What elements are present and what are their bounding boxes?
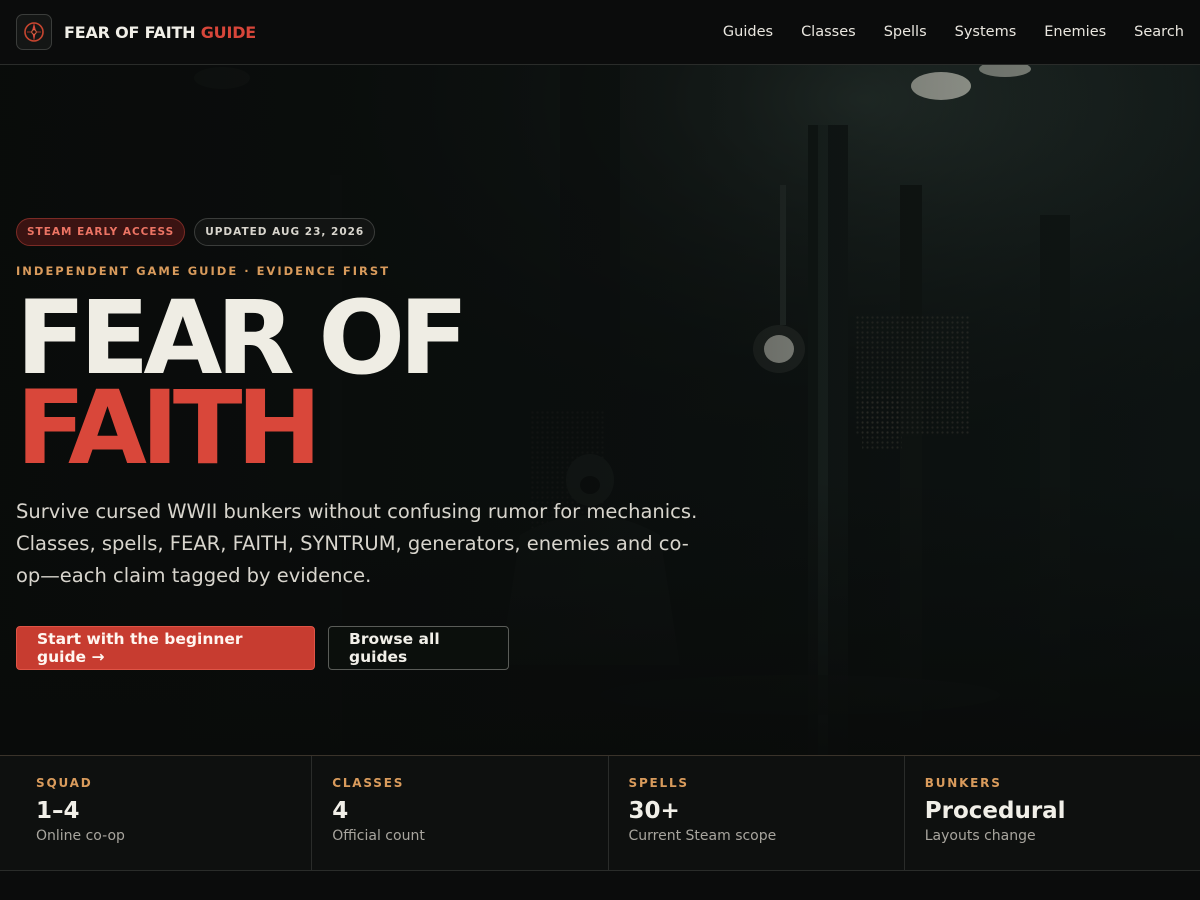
stat-spells: SPELLS 30+ Current Steam scope [609, 756, 905, 870]
stat-squad: SQUAD 1–4 Online co-op [0, 756, 313, 870]
updated-date-badge: UPDATED AUG 23, 2026 [194, 218, 376, 246]
hero-title: FEAR OF FAITH [16, 288, 716, 480]
hero-badges: STEAM EARLY ACCESS UPDATED AUG 23, 2026 [16, 218, 716, 246]
hero-kicker: INDEPENDENT GAME GUIDE · EVIDENCE FIRST [16, 264, 391, 278]
hero-lead: Survive cursed WWII bunkers without conf… [16, 500, 698, 587]
hero-section: STEAM EARLY ACCESS UPDATED AUG 23, 2026 … [0, 65, 1200, 755]
brand-title-accent: GUIDE [200, 22, 257, 42]
stat-label: BUNKERS [924, 776, 1002, 790]
nav-guides-link[interactable]: Guides [723, 24, 773, 40]
stats-strip: SQUAD 1–4 Online co-op CLASSES 4 Officia… [0, 755, 1200, 871]
stat-value: 4 [332, 798, 349, 824]
page-bottom-area [0, 871, 1200, 900]
candle-emblem-icon [16, 14, 52, 50]
beginner-guide-button[interactable]: Start with the beginner guide → [16, 626, 315, 670]
brand-title-main: FEAR OF FAITH [64, 22, 196, 42]
stat-label: SQUAD [36, 776, 93, 790]
browse-guides-button[interactable]: Browse all guides [328, 626, 509, 670]
nav-systems-link[interactable]: Systems [955, 24, 1017, 40]
stat-value: Procedural [924, 798, 1066, 824]
stat-value: 1–4 [36, 798, 80, 824]
nav-enemies-link[interactable]: Enemies [1044, 24, 1106, 40]
stat-note: Online co-op [36, 828, 125, 844]
brand-title: FEAR OF FAITH GUIDE [64, 23, 256, 42]
stat-label: SPELLS [628, 776, 689, 790]
main-nav: Guides Classes Spells Systems Enemies Se… [723, 24, 1184, 40]
brand-home-link[interactable]: FEAR OF FAITH GUIDE [16, 14, 256, 50]
stat-note: Layouts change [924, 828, 1036, 844]
nav-spells-link[interactable]: Spells [884, 24, 927, 40]
stat-note: Current Steam scope [628, 828, 777, 844]
hero-content: STEAM EARLY ACCESS UPDATED AUG 23, 2026 … [16, 218, 716, 670]
stat-value: 30+ [628, 798, 680, 824]
site-header: FEAR OF FAITH GUIDE Guides Classes Spell… [0, 0, 1200, 65]
stat-bunkers: BUNKERS Procedural Layouts change [905, 756, 1200, 870]
hero-cta-row: Start with the beginner guide → Browse a… [16, 626, 716, 670]
stat-note: Official count [332, 828, 425, 844]
stat-label: CLASSES [332, 776, 405, 790]
early-access-badge: STEAM EARLY ACCESS [16, 218, 186, 246]
stat-classes: CLASSES 4 Official count [312, 756, 609, 870]
nav-classes-link[interactable]: Classes [801, 24, 856, 40]
nav-search-link[interactable]: Search [1134, 24, 1184, 40]
